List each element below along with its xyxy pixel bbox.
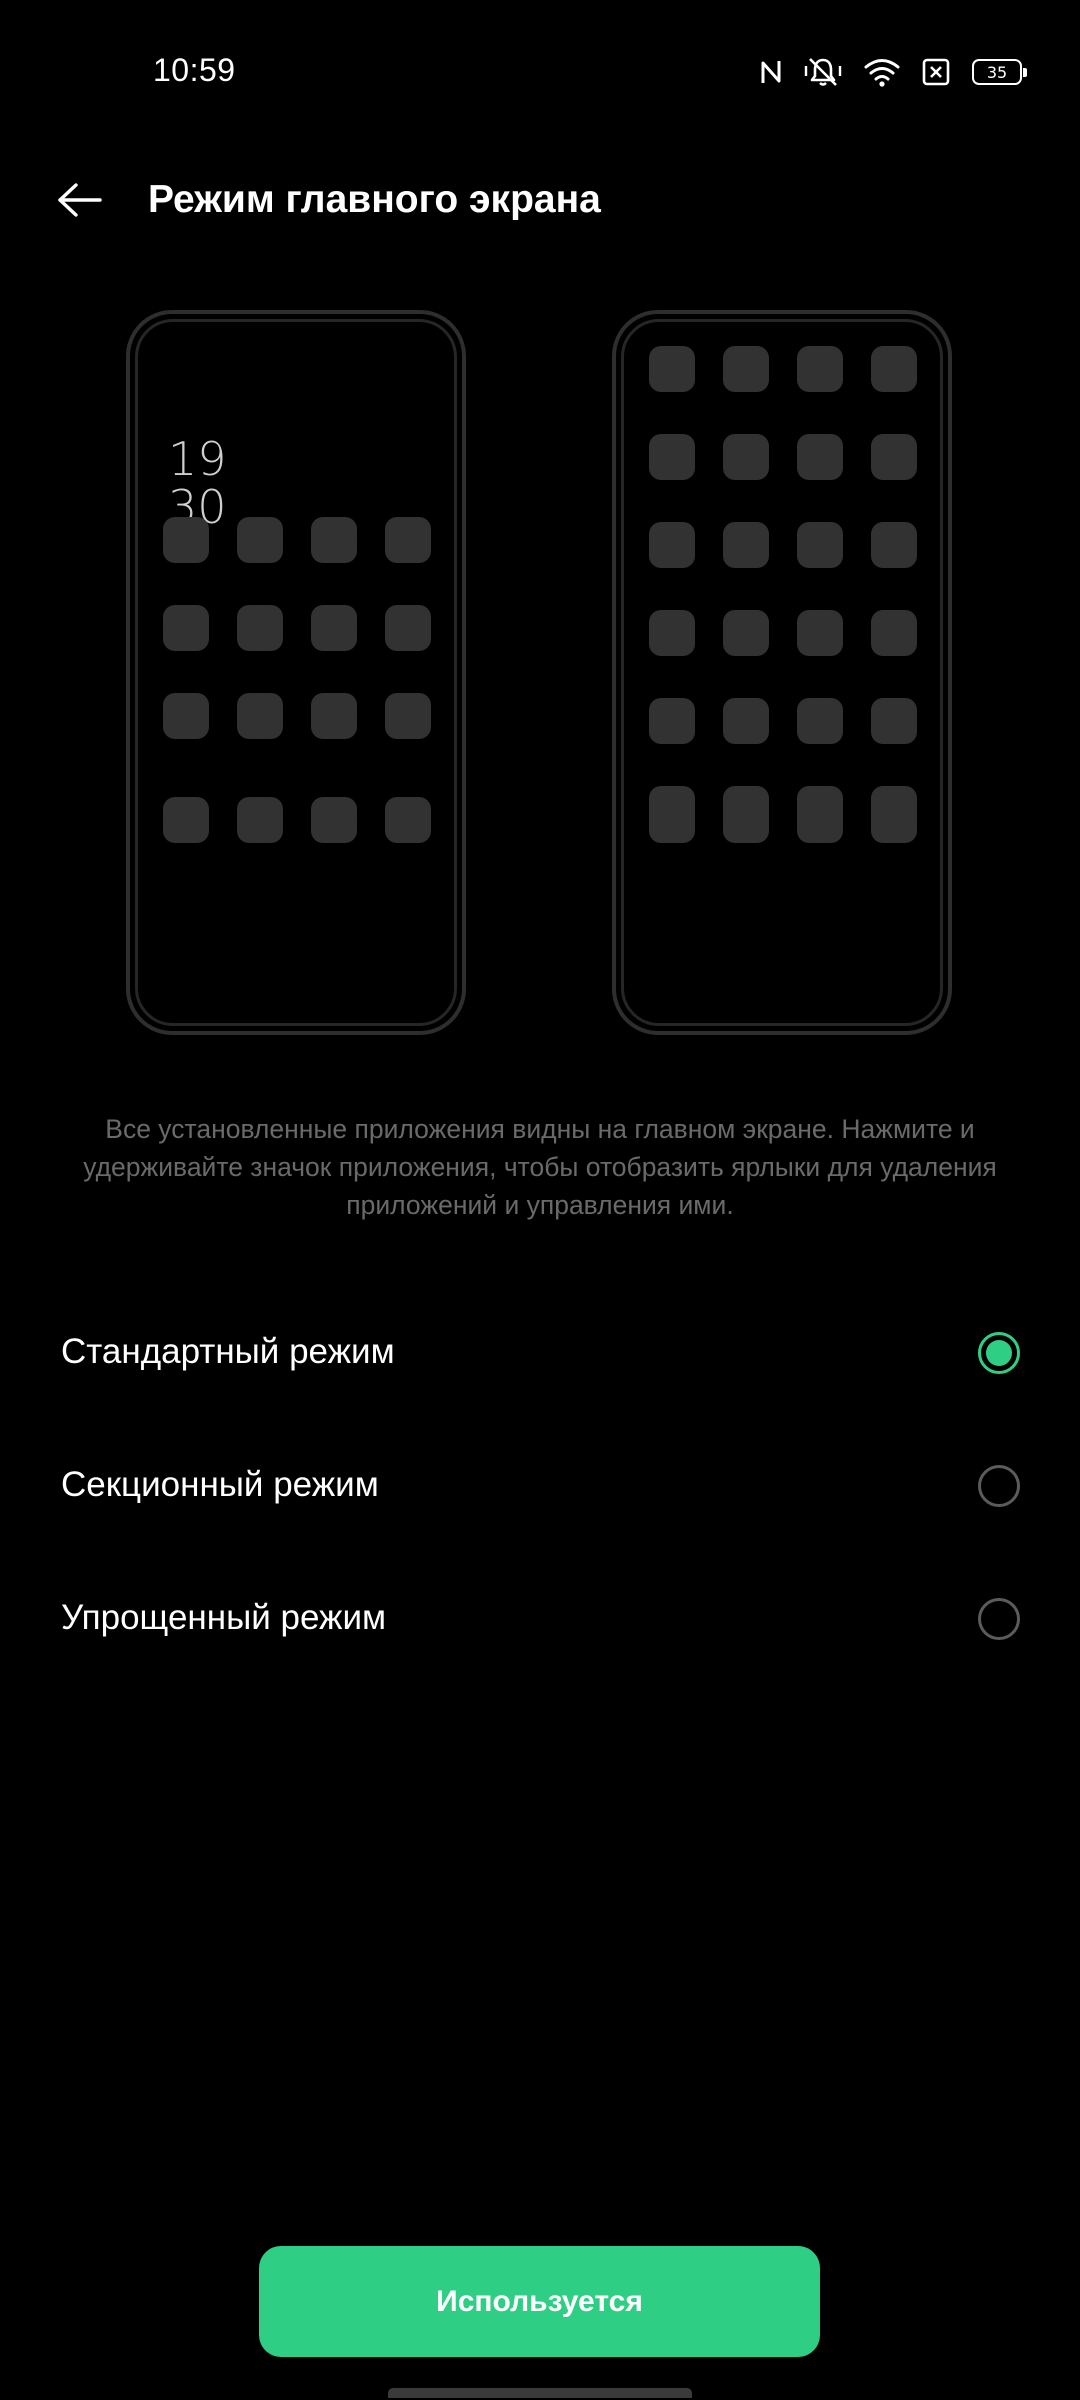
app-placeholder-icon [311, 517, 357, 563]
radio-button[interactable] [978, 1465, 1020, 1507]
app-placeholder-icon [163, 693, 209, 739]
app-placeholder-icon [163, 605, 209, 651]
app-placeholder-icon [385, 517, 431, 563]
app-placeholder-icon [871, 610, 917, 656]
app-grid [163, 517, 431, 739]
app-placeholder-icon [723, 610, 769, 656]
app-placeholder-icon [649, 434, 695, 480]
dock [649, 797, 917, 843]
app-placeholder-icon [649, 522, 695, 568]
app-placeholder-icon [237, 517, 283, 563]
app-placeholder-icon [649, 698, 695, 744]
app-placeholder-icon [311, 693, 357, 739]
mode-description: Все установленные приложения видны на гл… [83, 1114, 997, 1220]
app-placeholder-icon [385, 693, 431, 739]
home-indicator[interactable] [388, 2388, 692, 2398]
preview-screen [621, 319, 943, 1026]
app-placeholder-icon [797, 698, 843, 744]
app-placeholder-icon [871, 522, 917, 568]
option-label: Упрощенный режим [61, 1598, 387, 1637]
app-placeholder-icon [871, 698, 917, 744]
clock-hours: 19 [168, 432, 227, 486]
nfc-icon [761, 61, 781, 83]
app-placeholder-icon [311, 797, 357, 843]
preview-screen: 19 30 [135, 319, 457, 1026]
header: Режим главного экрана [0, 160, 1080, 240]
app-placeholder-icon [723, 522, 769, 568]
preview-all-apps-grid[interactable] [612, 310, 952, 1035]
app-placeholder-icon [649, 610, 695, 656]
radio-button[interactable] [978, 1598, 1020, 1640]
dock [163, 797, 431, 843]
app-placeholder-icon [871, 797, 917, 843]
app-placeholder-icon [723, 346, 769, 392]
app-placeholder-icon [723, 797, 769, 843]
option-label: Секционный режим [61, 1465, 379, 1504]
app-placeholder-icon [797, 610, 843, 656]
app-placeholder-icon [311, 605, 357, 651]
app-placeholder-icon [871, 346, 917, 392]
preview-standard-mode[interactable]: 19 30 [126, 310, 466, 1035]
app-placeholder-icon [797, 434, 843, 480]
app-placeholder-icon [237, 797, 283, 843]
back-button[interactable] [52, 178, 108, 222]
app-placeholder-icon [723, 698, 769, 744]
wifi-icon [864, 59, 900, 87]
app-placeholder-icon [797, 346, 843, 392]
radio-button[interactable] [978, 1332, 1020, 1374]
battery-icon: 35 [972, 59, 1027, 85]
app-placeholder-icon [163, 517, 209, 563]
option-standard-mode[interactable]: Стандартный режим [0, 1298, 1080, 1408]
status-time: 10:59 [153, 52, 236, 88]
app-placeholder-icon [237, 605, 283, 651]
app-placeholder-icon [237, 693, 283, 739]
option-sectioned-mode[interactable]: Секционный режим [0, 1431, 1080, 1541]
app-placeholder-icon [723, 434, 769, 480]
battery-level: 35 [986, 62, 1008, 82]
app-placeholder-icon [649, 346, 695, 392]
status-bar: 10:59 35 [0, 0, 1080, 140]
app-placeholder-icon [871, 434, 917, 480]
app-placeholder-icon [797, 522, 843, 568]
app-placeholder-icon [385, 797, 431, 843]
app-placeholder-icon [385, 605, 431, 651]
app-placeholder-icon [797, 797, 843, 843]
app-grid [649, 346, 917, 832]
option-label: Стандартный режим [61, 1332, 395, 1371]
arrow-left-icon [58, 183, 102, 217]
option-simple-mode[interactable]: Упрощенный режим [0, 1564, 1080, 1674]
app-placeholder-icon [649, 797, 695, 843]
app-placeholder-icon [163, 797, 209, 843]
page-title: Режим главного экрана [148, 178, 601, 221]
in-use-button[interactable]: Используется [259, 2246, 820, 2357]
sim-disabled-icon [922, 58, 950, 86]
status-icons: 35 [760, 52, 1027, 92]
silent-icon [804, 58, 842, 86]
